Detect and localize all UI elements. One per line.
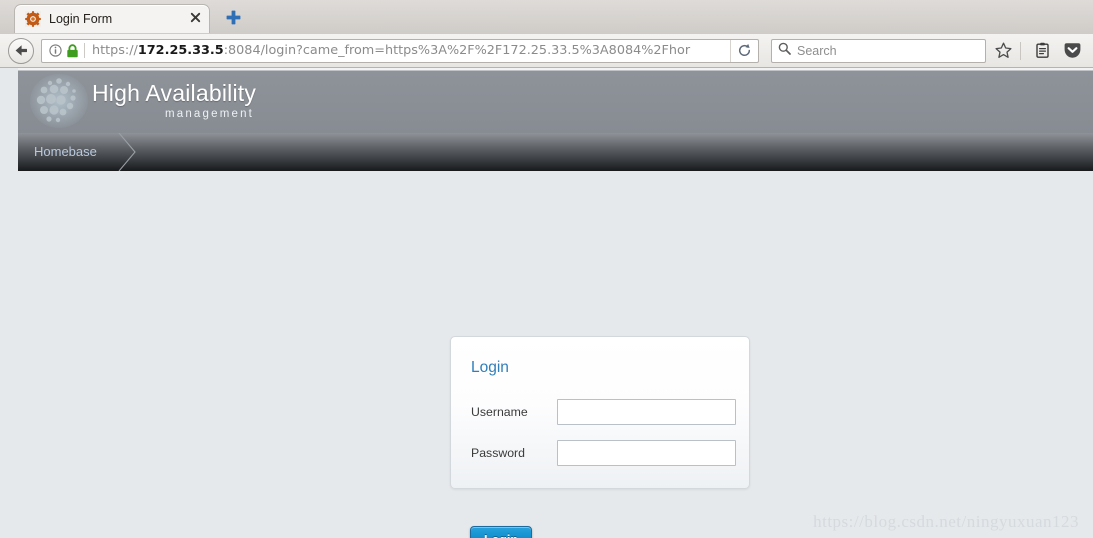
username-label: Username [471, 405, 528, 419]
password-label: Password [471, 446, 525, 460]
page-content: Login Username Password Login https://bl… [18, 171, 1093, 538]
browser-window: Login Form https://172.25.33.5:8084/logi… [0, 0, 1093, 538]
gear-icon [25, 11, 41, 27]
search-placeholder: Search [797, 43, 837, 58]
page-left-margin [0, 68, 18, 538]
password-row: Password [471, 440, 736, 466]
username-row: Username [471, 399, 736, 425]
lock-icon[interactable] [63, 43, 81, 58]
app-header: High Availability management [18, 68, 1093, 133]
star-icon[interactable] [990, 38, 1016, 64]
brand: High Availability management [92, 80, 256, 120]
tab-strip: Login Form [0, 0, 1093, 34]
pocket-icon[interactable] [1059, 38, 1085, 64]
search-icon [778, 42, 791, 60]
login-submit-button[interactable]: Login [470, 526, 532, 538]
toolbar-divider [1020, 41, 1021, 60]
password-input[interactable] [557, 440, 736, 466]
back-button[interactable] [8, 37, 34, 64]
reload-icon[interactable] [730, 39, 758, 62]
page-viewport: High Availability management Homebase Lo… [0, 68, 1093, 538]
dotted-hex-logo-icon [30, 74, 88, 128]
url-divider [84, 43, 85, 58]
login-panel: Login Username Password [450, 336, 750, 489]
chevron-right-icon [117, 132, 143, 172]
search-input[interactable]: Search [771, 38, 986, 63]
close-icon[interactable] [187, 11, 203, 27]
reader-list-icon[interactable] [1029, 38, 1055, 64]
brand-subtitle: management [164, 108, 255, 120]
info-icon[interactable] [48, 44, 63, 57]
url-text: https://172.25.33.5:8084/login?came_from… [92, 43, 691, 58]
login-heading: Login [471, 359, 509, 376]
brand-title: High Availability [92, 80, 257, 106]
username-input[interactable] [557, 399, 736, 425]
browser-tab[interactable]: Login Form [14, 4, 210, 33]
browser-toolbar: https://172.25.33.5:8084/login?came_from… [0, 34, 1093, 68]
url-bar[interactable]: https://172.25.33.5:8084/login?came_from… [41, 38, 759, 63]
watermark-text: https://blog.csdn.net/ningyuxuan123 [813, 512, 1079, 531]
app-nav-bar: Homebase [18, 132, 1093, 172]
tab-title: Login Form [49, 12, 113, 26]
new-tab-button[interactable] [222, 6, 244, 28]
nav-tab-homebase[interactable]: Homebase [18, 133, 117, 171]
